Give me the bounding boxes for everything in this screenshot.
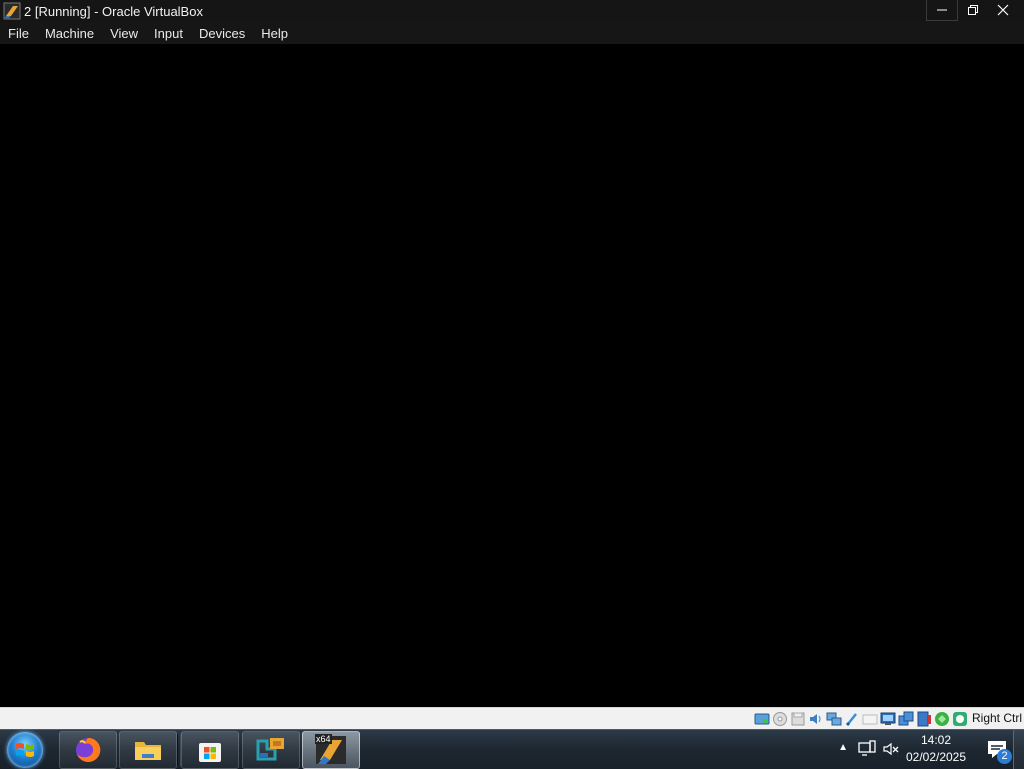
notification-count-badge: 2 xyxy=(997,749,1012,764)
video-capture-icon[interactable] xyxy=(898,711,914,727)
menu-input[interactable]: Input xyxy=(146,26,191,41)
taskbar-virtualbox-manager[interactable] xyxy=(242,731,300,769)
shared-folders-icon[interactable] xyxy=(862,711,878,727)
menu-view[interactable]: View xyxy=(102,26,146,41)
restore-icon xyxy=(968,5,978,15)
virtualbox-icon xyxy=(3,2,21,20)
network-icon[interactable] xyxy=(826,711,842,727)
taskbar-firefox[interactable] xyxy=(59,731,117,769)
menu-devices[interactable]: Devices xyxy=(191,26,253,41)
floppy-icon[interactable] xyxy=(790,711,806,727)
show-desktop-button[interactable] xyxy=(1013,730,1024,769)
start-button[interactable] xyxy=(7,732,43,768)
taskbar: x64 ▲ 14:02 02/02/2025 2 xyxy=(0,729,1024,769)
firefox-icon xyxy=(76,737,101,762)
usb-icon[interactable] xyxy=(844,711,860,727)
minimize-icon xyxy=(937,9,947,11)
menu-bar: File Machine View Input Devices Help xyxy=(0,22,1024,44)
taskbar-microsoft-store[interactable] xyxy=(181,731,239,769)
cpu-icon[interactable] xyxy=(934,711,950,727)
microsoft-store-icon xyxy=(199,739,221,762)
taskbar-file-explorer[interactable] xyxy=(119,731,177,769)
close-icon xyxy=(997,4,1009,16)
status-bar: Right Ctrl xyxy=(0,707,1024,730)
restore-button[interactable] xyxy=(958,0,988,20)
mouse-integration-icon[interactable] xyxy=(952,711,968,727)
audio-icon[interactable] xyxy=(808,711,824,727)
title-bar: 2 [Running] - Oracle VirtualBox xyxy=(0,0,1024,22)
taskbar-virtualbox-vm[interactable]: x64 xyxy=(302,731,360,769)
windows-logo-icon xyxy=(16,743,34,757)
host-key-label[interactable]: Right Ctrl xyxy=(972,711,1022,725)
action-center-button[interactable]: 2 xyxy=(986,738,1012,764)
network-status-icon[interactable] xyxy=(858,740,876,758)
show-hidden-icons-arrow[interactable]: ▲ xyxy=(838,742,848,753)
window-controls xyxy=(926,0,1024,22)
menu-machine[interactable]: Machine xyxy=(37,26,102,41)
optical-drive-icon[interactable] xyxy=(772,711,788,727)
minimize-button[interactable] xyxy=(926,0,958,21)
file-explorer-icon xyxy=(135,742,161,760)
display-icon[interactable] xyxy=(880,711,896,727)
recording-icon[interactable] xyxy=(916,711,932,727)
vm-arch-badge: x64 xyxy=(315,734,332,744)
vm-display[interactable] xyxy=(0,44,1024,707)
menu-file[interactable]: File xyxy=(0,26,37,41)
clock-time: 14:02 xyxy=(920,733,952,747)
clock-date: 02/02/2025 xyxy=(905,750,967,764)
close-button[interactable] xyxy=(988,0,1018,20)
virtualbox-manager-icon xyxy=(256,738,284,761)
volume-muted-icon[interactable] xyxy=(882,740,900,758)
hard-disk-icon[interactable] xyxy=(754,711,770,727)
window-title: 2 [Running] - Oracle VirtualBox xyxy=(24,3,203,19)
clock[interactable]: 14:02 02/02/2025 xyxy=(904,732,968,766)
menu-help[interactable]: Help xyxy=(253,26,296,41)
